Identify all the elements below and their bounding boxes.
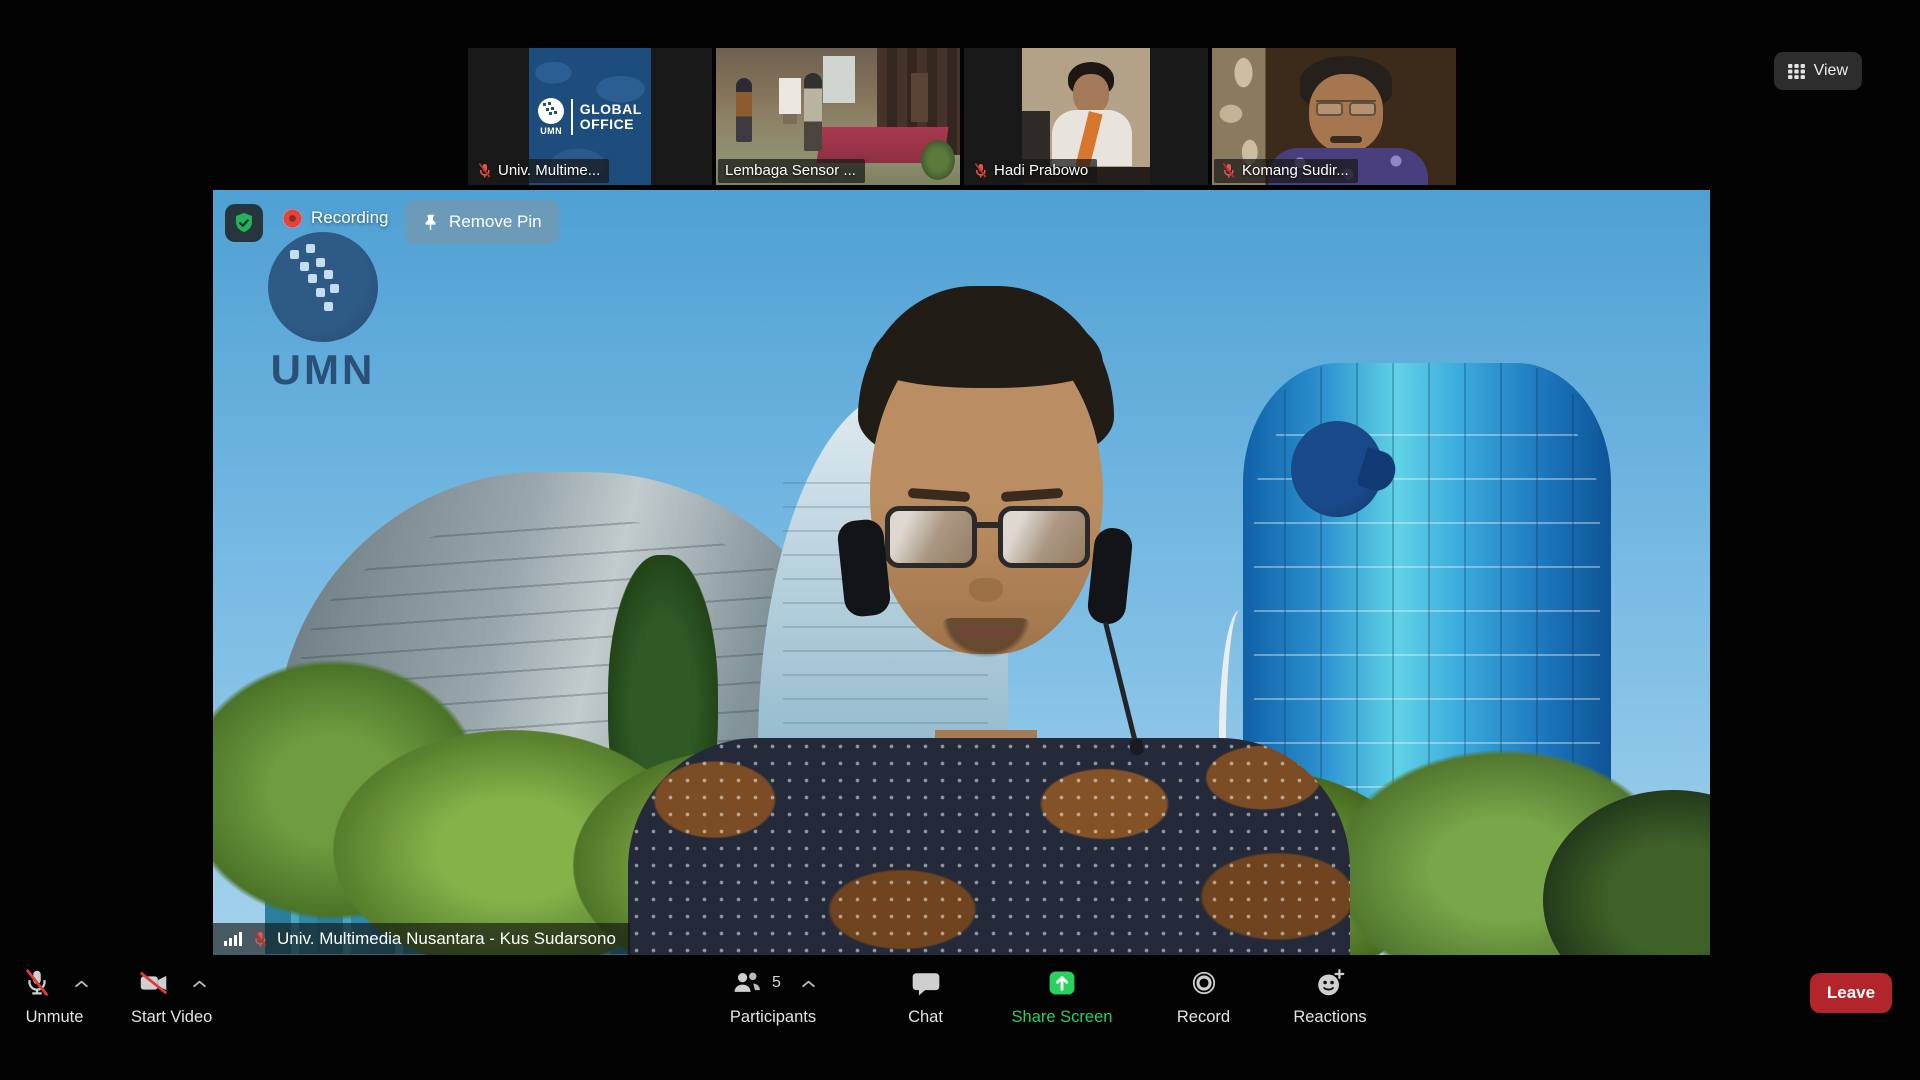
unmute-label: Unmute [26,1008,84,1027]
video-options-chevron[interactable] [192,979,207,988]
speaker-avatar [213,190,1710,955]
recording-label: Recording [311,208,389,228]
muted-mic-icon [1221,162,1236,179]
umn-brand-text: UMN [540,126,562,136]
recording-dot-icon [283,209,302,228]
remove-pin-button[interactable]: Remove Pin [405,200,559,244]
batik-shirt [628,738,1350,955]
participants-count-badge: 5 [772,974,781,992]
record-label: Record [1177,1008,1230,1027]
pinned-speaker-video[interactable]: Recording Remove Pin UMN Univ. Multimedi [213,190,1710,955]
participant-thumbnail-komang[interactable]: Komang Sudir... [1212,48,1456,185]
participants-button[interactable]: 5 Participants [698,963,848,1027]
participant-thumbnail-umn-global-office[interactable]: UMN GLOBAL OFFICE Univ. Multime... [468,48,712,185]
umn-globe-watermark-icon [268,232,378,342]
umn-watermark-text: UMN [263,346,383,394]
participant-thumbnail-lembaga-sensor[interactable]: Lembaga Sensor ... [716,48,960,185]
reactions-smiley-icon [1313,966,1347,1000]
start-video-button[interactable]: Start Video [131,963,212,1027]
logo-line2: OFFICE [580,117,642,132]
participant-name: Lembaga Sensor ... [725,162,856,179]
participant-name: Hadi Prabowo [994,162,1088,179]
eyeglasses [885,506,1090,570]
pin-icon [422,213,439,232]
meeting-toolbar: Unmute Start Video [0,955,1920,1080]
speaker-name-bar: Univ. Multimedia Nusantara - Kus Sudarso… [213,923,630,955]
participant-name: Komang Sudir... [1242,162,1349,179]
logo-divider [571,99,573,135]
muted-mic-icon [973,162,988,179]
start-video-label: Start Video [131,1008,212,1027]
participant-name-chip: Lembaga Sensor ... [718,159,865,183]
gallery-grid-icon [1788,64,1805,79]
umn-watermark: UMN [263,232,383,394]
reactions-label: Reactions [1293,1008,1366,1027]
record-button[interactable]: Record [1171,963,1236,1027]
video-off-icon [136,966,172,1000]
logo-line1: GLOBAL [580,102,642,117]
chat-button[interactable]: Chat [898,963,953,1027]
recording-indicator: Recording [283,208,389,228]
share-screen-icon [1045,967,1079,999]
zoom-meeting-window: UMN GLOBAL OFFICE Univ. Multime... [0,0,1920,1080]
participant-name: Univ. Multime... [498,162,600,179]
headset-mic-boom [1103,621,1138,743]
encryption-badge[interactable] [225,204,263,242]
muted-mic-icon [20,966,54,1000]
muted-mic-icon [477,162,492,179]
umn-globe-icon [538,98,564,124]
reactions-button[interactable]: Reactions [1286,963,1374,1027]
participants-chevron[interactable] [801,979,816,988]
chat-bubble-icon [910,967,942,999]
shield-check-icon [232,211,256,235]
remove-pin-label: Remove Pin [449,212,542,232]
chat-label: Chat [908,1008,943,1027]
audio-options-chevron[interactable] [74,979,89,988]
participants-icon [730,967,764,999]
participant-name-chip: Univ. Multime... [470,159,609,183]
leave-button[interactable]: Leave [1810,973,1892,1013]
participants-label: Participants [730,1008,816,1027]
participant-name-chip: Komang Sudir... [1214,159,1358,183]
unmute-button[interactable]: Unmute [20,963,89,1027]
speaker-name: Univ. Multimedia Nusantara - Kus Sudarso… [277,929,616,949]
signal-strength-icon [223,931,243,947]
view-button-label: View [1814,62,1848,80]
participant-name-chip: Hadi Prabowo [966,159,1097,183]
share-screen-label: Share Screen [1012,1008,1113,1027]
share-screen-button[interactable]: Share Screen [1003,963,1121,1027]
record-icon [1188,967,1220,999]
view-button[interactable]: View [1774,52,1862,90]
muted-mic-icon [252,930,268,948]
participant-thumbnail-hadi-prabowo[interactable]: Hadi Prabowo [964,48,1208,185]
